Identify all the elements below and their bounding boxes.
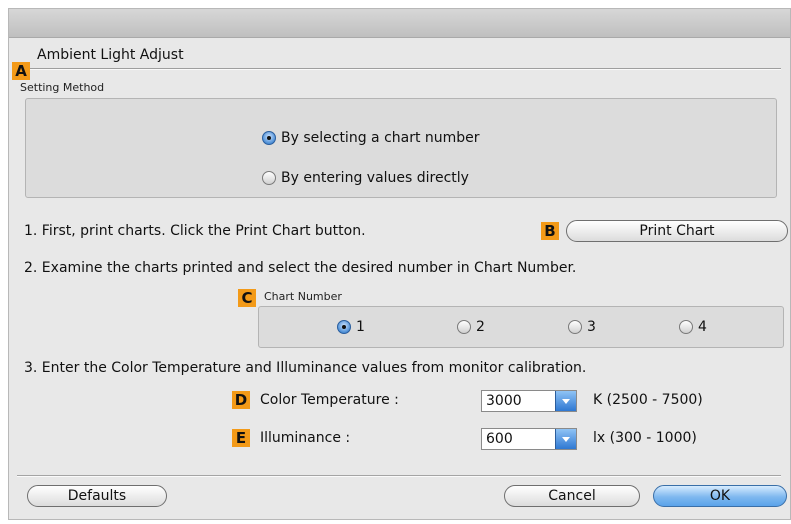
setting-method-label: Setting Method bbox=[20, 81, 105, 94]
radio-label: By entering values directly bbox=[281, 170, 469, 186]
print-chart-button[interactable]: Print Chart bbox=[566, 220, 788, 242]
dropdown-arrow-icon[interactable] bbox=[555, 429, 576, 449]
radio-unselected-icon[interactable] bbox=[457, 320, 471, 334]
heading-divider bbox=[17, 68, 781, 70]
illuminance-range: lx (300 - 1000) bbox=[593, 430, 697, 446]
color-temperature-label: Color Temperature : bbox=[260, 392, 399, 408]
cancel-button[interactable]: Cancel bbox=[504, 485, 640, 507]
callout-a: A bbox=[12, 62, 30, 80]
step-1-text: 1. First, print charts. Click the Print … bbox=[24, 223, 366, 239]
step-2-text: 2. Examine the charts printed and select… bbox=[24, 260, 577, 276]
footer-divider bbox=[17, 475, 781, 477]
radio-unselected-icon[interactable] bbox=[262, 171, 276, 185]
color-temperature-value[interactable]: 3000 bbox=[486, 393, 522, 409]
callout-b: B bbox=[541, 222, 559, 240]
radio-label: 3 bbox=[587, 319, 596, 335]
illuminance-value[interactable]: 600 bbox=[486, 431, 513, 447]
dialog-window: Ambient Light Adjust A Setting Method By… bbox=[8, 8, 791, 520]
dropdown-arrow-icon[interactable] bbox=[555, 391, 576, 411]
color-temperature-combo[interactable]: 3000 bbox=[481, 390, 577, 412]
chart-number-option-2[interactable]: 2 bbox=[457, 319, 485, 335]
chart-number-option-4[interactable]: 4 bbox=[679, 319, 707, 335]
step-3-text: 3. Enter the Color Temperature and Illum… bbox=[24, 360, 587, 376]
radio-selected-icon[interactable] bbox=[337, 320, 351, 334]
radio-unselected-icon[interactable] bbox=[568, 320, 582, 334]
radio-label: By selecting a chart number bbox=[281, 130, 480, 146]
chart-number-label: Chart Number bbox=[264, 290, 342, 303]
radio-unselected-icon[interactable] bbox=[679, 320, 693, 334]
radio-selected-icon[interactable] bbox=[262, 131, 276, 145]
color-temperature-range: K (2500 - 7500) bbox=[593, 392, 703, 408]
illuminance-combo[interactable]: 600 bbox=[481, 428, 577, 450]
callout-d: D bbox=[232, 391, 250, 409]
title-bar[interactable] bbox=[9, 9, 790, 38]
defaults-button[interactable]: Defaults bbox=[27, 485, 167, 507]
radio-label: 1 bbox=[356, 319, 365, 335]
callout-c: C bbox=[238, 289, 256, 307]
radio-label: 4 bbox=[698, 319, 707, 335]
radio-option-direct-values[interactable]: By entering values directly bbox=[262, 170, 469, 186]
illuminance-label: Illuminance : bbox=[260, 430, 351, 446]
dialog-heading: Ambient Light Adjust bbox=[37, 47, 184, 63]
chart-number-option-3[interactable]: 3 bbox=[568, 319, 596, 335]
chart-number-option-1[interactable]: 1 bbox=[337, 319, 365, 335]
setting-method-group: By selecting a chart number By entering … bbox=[25, 98, 777, 198]
ok-button[interactable]: OK bbox=[653, 485, 787, 507]
callout-e: E bbox=[232, 429, 250, 447]
radio-label: 2 bbox=[476, 319, 485, 335]
chart-number-group: 1 2 3 4 bbox=[258, 306, 784, 348]
radio-option-chart-number[interactable]: By selecting a chart number bbox=[262, 130, 480, 146]
